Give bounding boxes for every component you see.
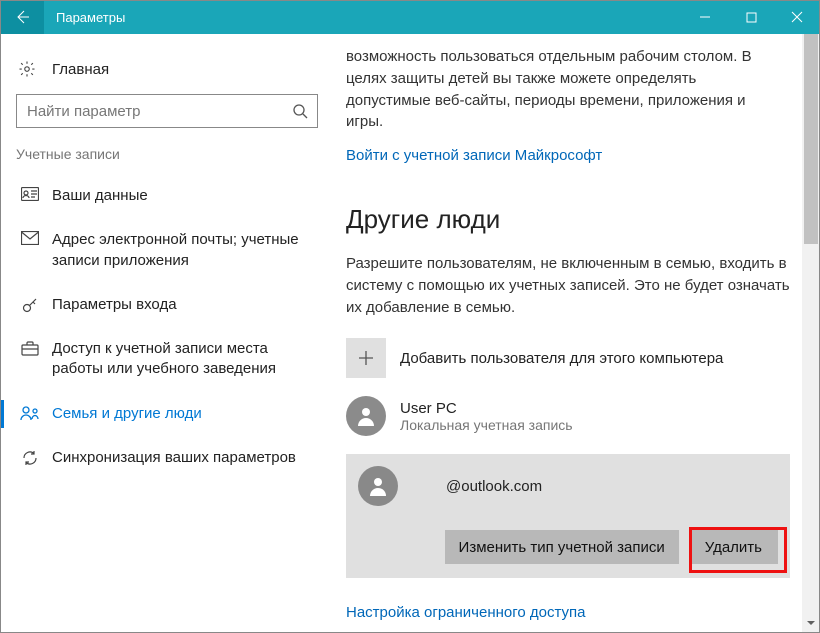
- sidebar-item-your-info[interactable]: Ваши данные: [0, 174, 334, 218]
- maximize-icon: [746, 12, 757, 23]
- add-user-label: Добавить пользователя для этого компьюте…: [400, 350, 723, 367]
- family-intro-text: возможность пользоваться отдельным рабоч…: [346, 34, 790, 139]
- sidebar-item-signin-options[interactable]: Параметры входа: [0, 283, 334, 327]
- account-name: @outlook.com: [412, 478, 542, 495]
- scrollbar-arrow-down[interactable]: [802, 618, 820, 628]
- account-sub: Локальная учетная запись: [400, 417, 573, 433]
- sidebar-item-label: Синхронизация ваших параметров: [52, 448, 296, 468]
- back-button[interactable]: [0, 0, 44, 34]
- titlebar: Параметры: [0, 0, 820, 34]
- people-icon: [18, 405, 42, 421]
- search-input[interactable]: [16, 94, 318, 128]
- nav-home[interactable]: Главная: [0, 54, 334, 94]
- settings-sidebar: Главная Учетные записи Ваши данные Адрес…: [0, 34, 334, 632]
- search-icon: [292, 103, 308, 119]
- key-icon: [18, 296, 42, 314]
- account-row-userpc[interactable]: User PC Локальная учетная запись: [346, 396, 790, 436]
- minimize-icon: [699, 11, 711, 23]
- gear-icon: [18, 60, 36, 78]
- account-row-outlook-selected[interactable]: @outlook.com Изменить тип учетной записи…: [346, 454, 790, 578]
- sidebar-item-family[interactable]: Семья и другие люди: [0, 392, 334, 436]
- close-button[interactable]: [774, 0, 820, 34]
- other-people-heading: Другие люди: [346, 204, 790, 235]
- scrollbar-thumb[interactable]: [804, 34, 818, 244]
- window-controls: [682, 0, 820, 34]
- change-account-type-button[interactable]: Изменить тип учетной записи: [445, 530, 679, 564]
- arrow-left-icon: [13, 8, 31, 26]
- sidebar-item-label: Адрес электронной почты; учетные записи …: [52, 230, 318, 271]
- sync-icon: [18, 449, 42, 467]
- mail-icon: [18, 231, 42, 245]
- avatar-icon: [358, 466, 398, 506]
- close-icon: [791, 11, 803, 23]
- vertical-scrollbar[interactable]: [802, 34, 820, 632]
- sidebar-item-work-school[interactable]: Доступ к учетной записи места работы или…: [0, 327, 334, 392]
- window-title: Параметры: [44, 10, 682, 25]
- sidebar-item-label: Семья и другие люди: [52, 404, 202, 424]
- delete-account-button[interactable]: Удалить: [689, 530, 778, 564]
- minimize-button[interactable]: [682, 0, 728, 34]
- settings-main-panel: возможность пользоваться отдельным рабоч…: [334, 34, 802, 632]
- sidebar-item-label: Доступ к учетной записи места работы или…: [52, 339, 318, 380]
- other-people-desc: Разрешите пользователям, не включенным в…: [346, 253, 790, 318]
- sidebar-item-label: Ваши данные: [52, 186, 148, 206]
- person-card-icon: [18, 187, 42, 201]
- account-name: User PC: [400, 400, 573, 417]
- sidebar-item-sync[interactable]: Синхронизация ваших параметров: [0, 436, 334, 480]
- plus-icon: [346, 338, 386, 378]
- briefcase-icon: [18, 340, 42, 356]
- maximize-button[interactable]: [728, 0, 774, 34]
- search-wrap: [16, 94, 318, 128]
- sidebar-section-head: Учетные записи: [0, 146, 334, 174]
- sidebar-item-label: Параметры входа: [52, 295, 177, 315]
- signin-ms-link[interactable]: Войти с учетной записи Майкрософт: [346, 139, 602, 172]
- home-label: Главная: [52, 61, 109, 78]
- avatar-icon: [346, 396, 386, 436]
- restricted-access-link[interactable]: Настройка ограниченного доступа: [346, 596, 586, 629]
- sidebar-item-email[interactable]: Адрес электронной почты; учетные записи …: [0, 218, 334, 283]
- add-user-row[interactable]: Добавить пользователя для этого компьюте…: [346, 338, 790, 378]
